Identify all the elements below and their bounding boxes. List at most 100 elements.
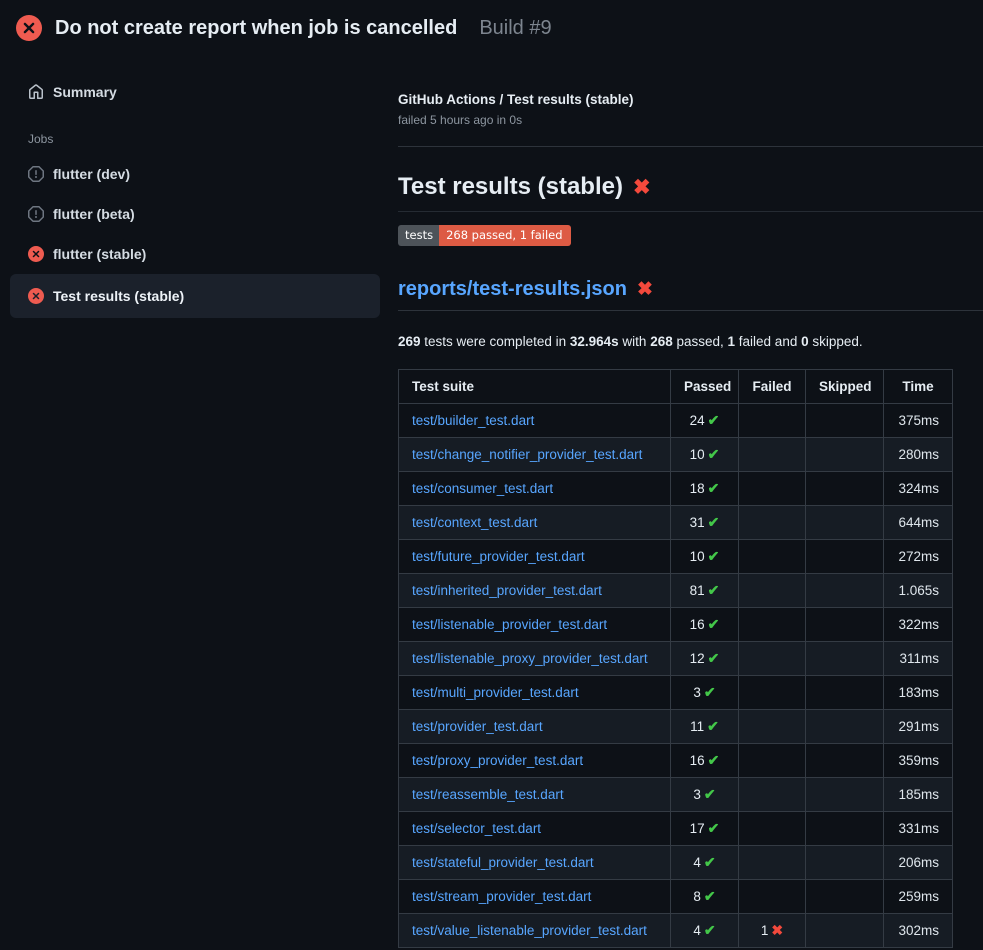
cell-time: 259ms bbox=[884, 880, 953, 914]
section-title-text: Test results (stable) bbox=[398, 173, 623, 200]
badge-label: tests bbox=[398, 225, 439, 246]
summary-text: passed, bbox=[673, 334, 728, 349]
cell-skipped bbox=[806, 846, 884, 880]
sidebar-item-test-results-stable[interactable]: Test results (stable) bbox=[10, 274, 380, 318]
cell-passed: 12✔ bbox=[671, 642, 739, 676]
passed-count: 17 bbox=[690, 821, 705, 836]
summary-number: 269 bbox=[398, 334, 421, 349]
cell-time: 1.065s bbox=[884, 574, 953, 608]
cell-time: 291ms bbox=[884, 710, 953, 744]
test-suite-link[interactable]: test/multi_provider_test.dart bbox=[412, 685, 579, 700]
cell-test-suite: test/inherited_provider_test.dart bbox=[399, 574, 671, 608]
cell-time: 206ms bbox=[884, 846, 953, 880]
sidebar-summary-label: Summary bbox=[53, 84, 117, 100]
test-suite-link[interactable]: test/listenable_proxy_provider_test.dart bbox=[412, 651, 648, 666]
table-row: test/selector_test.dart17✔331ms bbox=[399, 812, 953, 846]
test-suite-link[interactable]: test/consumer_test.dart bbox=[412, 481, 553, 496]
table-row: test/proxy_provider_test.dart16✔359ms bbox=[399, 744, 953, 778]
sidebar-item-flutter-dev[interactable]: flutter (dev) bbox=[10, 154, 380, 194]
cell-failed bbox=[739, 778, 806, 812]
test-suite-link[interactable]: test/stateful_provider_test.dart bbox=[412, 855, 594, 870]
cell-test-suite: test/stateful_provider_test.dart bbox=[399, 846, 671, 880]
cell-passed: 10✔ bbox=[671, 438, 739, 472]
job-label: flutter (dev) bbox=[53, 166, 130, 182]
cell-time: 324ms bbox=[884, 472, 953, 506]
check-mark-icon: ✔ bbox=[704, 786, 716, 802]
test-suite-link[interactable]: test/inherited_provider_test.dart bbox=[412, 583, 602, 598]
test-suite-link[interactable]: test/proxy_provider_test.dart bbox=[412, 753, 583, 768]
cell-time: 375ms bbox=[884, 404, 953, 438]
cell-passed: 17✔ bbox=[671, 812, 739, 846]
cell-failed: 1✖ bbox=[739, 914, 806, 948]
x-circle-fill-icon bbox=[28, 288, 44, 304]
sidebar-item-flutter-beta[interactable]: flutter (beta) bbox=[10, 194, 380, 234]
table-row: test/future_provider_test.dart10✔272ms bbox=[399, 540, 953, 574]
table-row: test/listenable_proxy_provider_test.dart… bbox=[399, 642, 953, 676]
passed-count: 18 bbox=[690, 481, 705, 496]
cell-test-suite: test/selector_test.dart bbox=[399, 812, 671, 846]
cell-failed bbox=[739, 574, 806, 608]
report-file-link[interactable]: reports/test-results.json bbox=[398, 278, 627, 300]
page-layout: Summary Jobs flutter (dev)flutter (beta)… bbox=[0, 56, 983, 948]
check-mark-icon: ✔ bbox=[708, 752, 720, 768]
test-suite-link[interactable]: test/change_notifier_provider_test.dart bbox=[412, 447, 642, 462]
cell-failed bbox=[739, 540, 806, 574]
check-mark-icon: ✔ bbox=[708, 514, 720, 530]
sidebar-item-flutter-stable[interactable]: flutter (stable) bbox=[10, 234, 380, 274]
passed-count: 3 bbox=[693, 685, 701, 700]
x-circle-fill-icon bbox=[16, 15, 42, 41]
test-suite-link[interactable]: test/future_provider_test.dart bbox=[412, 549, 585, 564]
cell-passed: 18✔ bbox=[671, 472, 739, 506]
cell-test-suite: test/provider_test.dart bbox=[399, 710, 671, 744]
cell-time: 183ms bbox=[884, 676, 953, 710]
summary-number: 32.964s bbox=[570, 334, 619, 349]
test-suite-link[interactable]: test/context_test.dart bbox=[412, 515, 537, 530]
cell-passed: 81✔ bbox=[671, 574, 739, 608]
passed-count: 16 bbox=[690, 617, 705, 632]
cell-skipped bbox=[806, 574, 884, 608]
sidebar-item-summary[interactable]: Summary bbox=[10, 72, 380, 112]
cell-test-suite: test/stream_provider_test.dart bbox=[399, 880, 671, 914]
table-row: test/builder_test.dart24✔375ms bbox=[399, 404, 953, 438]
summary-text: skipped. bbox=[809, 334, 863, 349]
cell-skipped bbox=[806, 710, 884, 744]
cell-test-suite: test/listenable_provider_test.dart bbox=[399, 608, 671, 642]
table-row: test/multi_provider_test.dart3✔183ms bbox=[399, 676, 953, 710]
cell-passed: 4✔ bbox=[671, 846, 739, 880]
test-suite-link[interactable]: test/reassemble_test.dart bbox=[412, 787, 564, 802]
cell-failed bbox=[739, 744, 806, 778]
check-mark-icon: ✔ bbox=[708, 650, 720, 666]
passed-count: 12 bbox=[690, 651, 705, 666]
cell-test-suite: test/builder_test.dart bbox=[399, 404, 671, 438]
build-header: Do not create report when job is cancell… bbox=[0, 0, 983, 56]
test-suite-link[interactable]: test/stream_provider_test.dart bbox=[412, 889, 591, 904]
report-file-heading: reports/test-results.json✖ bbox=[398, 277, 983, 311]
test-suite-link[interactable]: test/listenable_provider_test.dart bbox=[412, 617, 607, 632]
home-icon bbox=[28, 84, 44, 100]
cell-passed: 3✔ bbox=[671, 778, 739, 812]
jobs-list: flutter (dev) flutter (beta)flutter (stab… bbox=[10, 154, 380, 318]
cell-test-suite: test/value_listenable_provider_test.dart bbox=[399, 914, 671, 948]
cell-skipped bbox=[806, 778, 884, 812]
cell-skipped bbox=[806, 540, 884, 574]
job-label: Test results (stable) bbox=[53, 288, 184, 304]
cell-test-suite: test/reassemble_test.dart bbox=[399, 778, 671, 812]
check-mark-icon: ✔ bbox=[704, 854, 716, 870]
cell-test-suite: test/future_provider_test.dart bbox=[399, 540, 671, 574]
test-suite-link[interactable]: test/selector_test.dart bbox=[412, 821, 541, 836]
cell-skipped bbox=[806, 812, 884, 846]
test-suite-link[interactable]: test/provider_test.dart bbox=[412, 719, 543, 734]
test-suite-link[interactable]: test/value_listenable_provider_test.dart bbox=[412, 923, 647, 938]
table-row: test/inherited_provider_test.dart 81✔ 1.06… bbox=[399, 574, 953, 608]
check-mark-icon: ✔ bbox=[704, 922, 716, 938]
cell-skipped bbox=[806, 506, 884, 540]
test-suite-link[interactable]: test/builder_test.dart bbox=[412, 413, 534, 428]
cell-passed: 31✔ bbox=[671, 506, 739, 540]
check-mark-icon: ✔ bbox=[708, 820, 720, 836]
summary-number: 1 bbox=[728, 334, 736, 349]
table-row: test/stateful_provider_test.dart 4✔ 206ms bbox=[399, 846, 953, 880]
cell-passed: 8✔ bbox=[671, 880, 739, 914]
cell-skipped bbox=[806, 472, 884, 506]
cell-skipped bbox=[806, 642, 884, 676]
cell-test-suite: test/change_notifier_provider_test.dart bbox=[399, 438, 671, 472]
